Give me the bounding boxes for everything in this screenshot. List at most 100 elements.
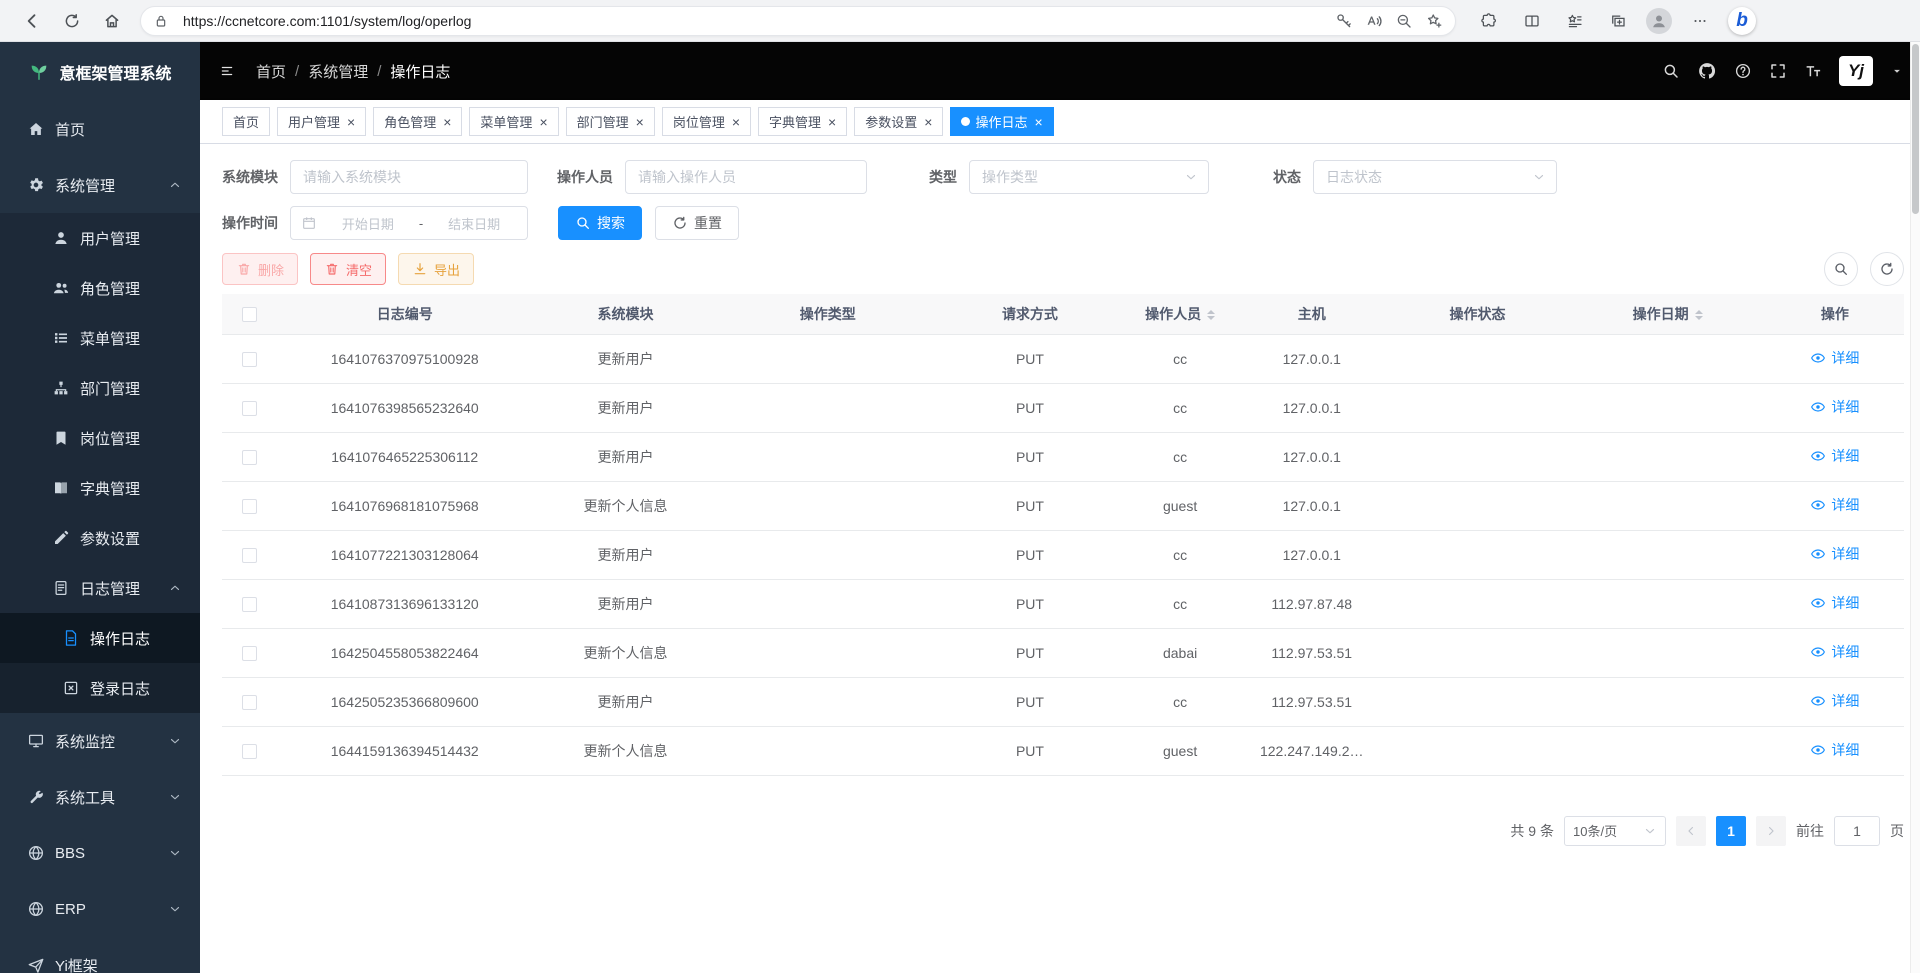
browser-refresh-button[interactable] — [54, 4, 90, 38]
close-icon[interactable]: × — [828, 115, 836, 129]
sort-icon[interactable] — [1695, 310, 1703, 320]
date-range-picker[interactable]: 开始日期 - 结束日期 — [290, 206, 528, 240]
module-input[interactable] — [290, 160, 528, 194]
close-icon[interactable]: × — [539, 115, 547, 129]
row-checkbox[interactable] — [242, 744, 257, 759]
zoom-out-icon[interactable] — [1395, 12, 1413, 30]
toggle-search-button[interactable] — [1824, 252, 1858, 286]
browser-profile-avatar[interactable] — [1646, 8, 1672, 34]
row-checkbox[interactable] — [242, 401, 257, 416]
password-key-icon[interactable] — [1335, 12, 1353, 30]
select-all-checkbox[interactable] — [242, 307, 257, 322]
sidebar-item-系统管理[interactable]: 系统管理 — [0, 157, 200, 213]
sidebar-item-系统工具[interactable]: 系统工具 — [0, 769, 200, 825]
close-icon[interactable]: × — [347, 115, 355, 129]
tab-参数设置[interactable]: 参数设置× — [854, 107, 943, 136]
row-checkbox[interactable] — [242, 548, 257, 563]
close-icon[interactable]: × — [732, 115, 740, 129]
row-checkbox[interactable] — [242, 499, 257, 514]
fullscreen-icon[interactable] — [1769, 62, 1787, 80]
sidebar-item-角色管理[interactable]: 角色管理 — [0, 263, 200, 313]
scrollbar-thumb[interactable] — [1912, 44, 1919, 214]
add-favorite-icon[interactable] — [1425, 12, 1443, 30]
sidebar-item-参数设置[interactable]: 参数设置 — [0, 513, 200, 563]
app-logo[interactable]: 意框架管理系统 — [0, 42, 200, 101]
type-select[interactable]: 操作类型 — [969, 160, 1209, 194]
address-bar[interactable]: https://ccnetcore.com:1101/system/log/op… — [140, 6, 1456, 36]
tab-岗位管理[interactable]: 岗位管理× — [662, 107, 751, 136]
detail-link[interactable]: 详细 — [1810, 691, 1859, 711]
close-icon[interactable]: × — [636, 115, 644, 129]
favorites-button[interactable] — [1560, 6, 1590, 36]
sidebar-item-岗位管理[interactable]: 岗位管理 — [0, 413, 200, 463]
search-icon[interactable] — [1662, 62, 1680, 80]
sidebar-item-部门管理[interactable]: 部门管理 — [0, 363, 200, 413]
page-number-button[interactable]: 1 — [1716, 816, 1746, 846]
breadcrumb-item[interactable]: 首页 — [256, 61, 286, 82]
next-page-button[interactable] — [1756, 816, 1786, 846]
browser-home-button[interactable] — [94, 4, 130, 38]
collections-button[interactable] — [1603, 6, 1633, 36]
column-header-操作人员[interactable]: 操作人员 — [1122, 294, 1238, 334]
user-avatar[interactable]: Yj — [1839, 56, 1873, 86]
tab-用户管理[interactable]: 用户管理× — [277, 107, 366, 136]
page-size-select[interactable]: 10条/页 — [1564, 816, 1666, 846]
sidebar-item-菜单管理[interactable]: 菜单管理 — [0, 313, 200, 363]
close-icon[interactable]: × — [924, 115, 932, 129]
sidebar-item-Yi框架[interactable]: Yi框架 — [0, 937, 200, 973]
chevron-down-icon[interactable] — [1890, 64, 1904, 78]
detail-link[interactable]: 详细 — [1810, 397, 1859, 417]
bing-discover-icon[interactable]: b — [1728, 7, 1756, 35]
sort-icon[interactable] — [1207, 310, 1215, 320]
detail-link[interactable]: 详细 — [1810, 740, 1859, 760]
tab-菜单管理[interactable]: 菜单管理× — [469, 107, 558, 136]
sidebar-item-登录日志[interactable]: 登录日志 — [0, 663, 200, 713]
sidebar-item-系统监控[interactable]: 系统监控 — [0, 713, 200, 769]
sidebar-item-首页[interactable]: 首页 — [0, 101, 200, 157]
row-checkbox[interactable] — [242, 352, 257, 367]
detail-link[interactable]: 详细 — [1810, 642, 1859, 662]
github-icon[interactable] — [1697, 61, 1717, 81]
tab-部门管理[interactable]: 部门管理× — [566, 107, 655, 136]
breadcrumb-item[interactable]: 系统管理 — [308, 61, 368, 82]
row-checkbox[interactable] — [242, 597, 257, 612]
refresh-table-button[interactable] — [1870, 252, 1904, 286]
clear-button[interactable]: 清空 — [310, 253, 386, 285]
sidebar-item-操作日志[interactable]: 操作日志 — [0, 613, 200, 663]
row-checkbox[interactable] — [242, 695, 257, 710]
detail-link[interactable]: 详细 — [1810, 593, 1859, 613]
sidebar-item-BBS[interactable]: BBS — [0, 825, 200, 881]
tab-操作日志[interactable]: 操作日志× — [950, 107, 1053, 136]
page-scrollbar[interactable] — [1910, 42, 1920, 973]
operator-input[interactable] — [625, 160, 867, 194]
detail-link[interactable]: 详细 — [1810, 544, 1859, 564]
close-icon[interactable]: × — [1034, 115, 1042, 129]
sidebar-item-日志管理[interactable]: 日志管理 — [0, 563, 200, 613]
detail-link[interactable]: 详细 — [1810, 446, 1859, 466]
sidebar-item-ERP[interactable]: ERP — [0, 881, 200, 937]
status-select[interactable]: 日志状态 — [1313, 160, 1557, 194]
search-button[interactable]: 搜索 — [558, 206, 642, 240]
extensions-button[interactable] — [1474, 6, 1504, 36]
browser-menu-button[interactable] — [1685, 6, 1715, 36]
close-icon[interactable]: × — [443, 115, 451, 129]
detail-link[interactable]: 详细 — [1810, 495, 1859, 515]
sidebar-item-用户管理[interactable]: 用户管理 — [0, 213, 200, 263]
tab-字典管理[interactable]: 字典管理× — [758, 107, 847, 136]
goto-page-input[interactable] — [1834, 816, 1880, 846]
export-button[interactable]: 导出 — [398, 253, 474, 285]
row-checkbox[interactable] — [242, 450, 257, 465]
prev-page-button[interactable] — [1676, 816, 1706, 846]
row-checkbox[interactable] — [242, 646, 257, 661]
column-header-操作日期[interactable]: 操作日期 — [1570, 294, 1766, 334]
url-text[interactable]: https://ccnetcore.com:1101/system/log/op… — [183, 13, 1323, 29]
reset-button[interactable]: 重置 — [655, 206, 739, 240]
tab-角色管理[interactable]: 角色管理× — [373, 107, 462, 136]
font-size-icon[interactable] — [1804, 62, 1822, 80]
hamburger-icon[interactable] — [216, 60, 238, 82]
delete-button[interactable]: 删除 — [222, 253, 298, 285]
read-aloud-icon[interactable] — [1365, 12, 1383, 30]
detail-link[interactable]: 详细 — [1810, 348, 1859, 368]
browser-back-button[interactable] — [14, 4, 50, 38]
sidebar-item-字典管理[interactable]: 字典管理 — [0, 463, 200, 513]
